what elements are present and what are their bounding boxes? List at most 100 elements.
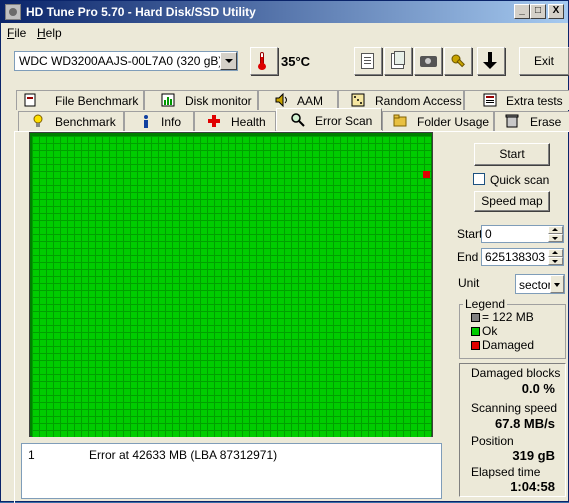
scanning-speed-value: 67.8 MB/s: [495, 416, 555, 431]
extra-tests-icon: [483, 93, 497, 107]
camera-icon: [420, 56, 437, 67]
legend-ok-swatch: [471, 327, 480, 336]
log-message: Error at 42633 MB (LBA 87312971): [89, 448, 278, 462]
menu-bar: File Help: [1, 23, 568, 42]
tab-benchmark[interactable]: Benchmark: [18, 111, 124, 131]
magnifier-icon: [291, 113, 305, 127]
menu-file[interactable]: File: [7, 26, 26, 40]
down-arrow-icon: [483, 52, 497, 69]
folder-icon: [393, 114, 407, 127]
end-sector-field[interactable]: 625138303: [481, 248, 564, 266]
tab-label: Health: [231, 115, 266, 129]
start-button[interactable]: Start: [474, 143, 550, 166]
tab-extra-tests[interactable]: Extra tests: [464, 90, 569, 110]
tab-error-scan[interactable]: Error Scan: [276, 108, 382, 130]
legend-ok-label: Ok: [482, 324, 498, 338]
camera-button[interactable]: [414, 47, 442, 75]
disk-app-icon: [5, 4, 21, 20]
tab-label: Folder Usage: [417, 115, 490, 129]
unit-label: Unit: [458, 276, 480, 290]
options-icon: [451, 54, 465, 68]
spin-down-icon[interactable]: [548, 234, 563, 242]
damaged-block: [423, 171, 430, 178]
speaker-icon: [275, 93, 287, 107]
tab-label: Benchmark: [55, 115, 116, 129]
disk-monitor-icon: [161, 93, 175, 107]
end-label: End: [457, 250, 479, 264]
error-log-list[interactable]: 1 Error at 42633 MB (LBA 87312971): [21, 443, 442, 499]
start-label: Start: [457, 227, 483, 241]
legend-damaged-swatch: [471, 341, 480, 350]
minimize-button[interactable]: _: [514, 4, 530, 19]
window-title: HD Tune Pro 5.70 - Hard Disk/SSD Utility: [26, 5, 256, 19]
tab-random-access[interactable]: Random Access: [338, 90, 464, 110]
elapsed-time-value: 1:04:58: [510, 479, 555, 494]
copy-text-icon: [361, 53, 374, 69]
lightbulb-icon: [33, 114, 43, 127]
log-index: 1: [28, 448, 35, 462]
tab-info[interactable]: Info: [124, 111, 194, 131]
end-sector-value: 625138303: [485, 250, 546, 264]
legend-block-swatch: [471, 313, 480, 322]
chevron-down-icon[interactable]: [550, 275, 564, 293]
tab-label: Extra tests: [506, 94, 563, 108]
tab-label: Info: [161, 115, 182, 129]
temperature-button[interactable]: [250, 47, 278, 75]
thermometer-icon: [258, 52, 266, 70]
menu-file-rest: ile: [14, 26, 27, 40]
unit-select-value: sector: [519, 278, 552, 292]
copy-text-button[interactable]: [354, 47, 382, 75]
tab-label: Error Scan: [315, 114, 373, 128]
tab-label: Random Access: [375, 94, 462, 108]
info-icon: [144, 115, 148, 128]
drive-select-value: WDC WD3200AAJS-00L7A0 (320 gB): [19, 54, 223, 68]
legend-title: Legend: [463, 297, 508, 311]
file-benchmark-icon: [24, 93, 36, 107]
app-window: HD Tune Pro 5.70 - Hard Disk/SSD Utility…: [0, 0, 569, 503]
tab-aam[interactable]: AAM: [258, 90, 338, 110]
tab-label: File Benchmark: [55, 94, 139, 108]
tab-health[interactable]: Health: [194, 111, 276, 131]
save-button[interactable]: [477, 47, 505, 75]
scanning-speed-label: Scanning speed: [471, 401, 558, 415]
tab-erase[interactable]: Erase: [494, 111, 569, 131]
health-cross-icon: [208, 115, 220, 127]
damaged-blocks-value: 0.0 %: [521, 381, 555, 396]
tab-label: Erase: [530, 115, 562, 129]
menu-help[interactable]: Help: [37, 26, 62, 40]
elapsed-time-label: Elapsed time: [471, 465, 541, 479]
temperature-value: 35°C: [281, 54, 311, 69]
maximize-button[interactable]: □: [530, 4, 546, 19]
copy-screenshot-icon-back: [394, 51, 405, 65]
legend-block-size: = 122 MB: [482, 310, 534, 324]
dice-icon: [351, 93, 365, 107]
spin-up-icon[interactable]: [548, 249, 563, 257]
quick-scan-checkbox[interactable]: [473, 173, 485, 185]
drive-select[interactable]: WDC WD3200AAJS-00L7A0 (320 gB): [14, 51, 238, 71]
position-label: Position: [471, 434, 514, 448]
tab-file-benchmark[interactable]: File Benchmark: [16, 90, 144, 110]
position-value: 319 gB: [512, 448, 555, 463]
menu-help-rest: elp: [45, 26, 62, 40]
options-button[interactable]: [444, 47, 472, 75]
scan-block-grid: [32, 136, 431, 437]
start-sector-field[interactable]: 0: [481, 225, 564, 243]
copy-screenshot-button[interactable]: [384, 47, 412, 75]
title-bar[interactable]: HD Tune Pro 5.70 - Hard Disk/SSD Utility…: [1, 1, 568, 23]
tab-label: Disk monitor: [185, 94, 252, 108]
exit-button[interactable]: Exit: [519, 47, 569, 75]
error-scan-map: [29, 132, 433, 437]
trash-icon: [505, 114, 519, 128]
tab-folder-usage[interactable]: Folder Usage: [382, 111, 494, 131]
start-sector-value: 0: [485, 227, 492, 241]
legend-damaged-label: Damaged: [482, 338, 535, 352]
spin-up-icon[interactable]: [548, 226, 563, 234]
damaged-blocks-label: Damaged blocks: [471, 366, 561, 380]
close-button[interactable]: X: [548, 4, 564, 19]
menu-help-accel: H: [37, 26, 46, 40]
spin-down-icon[interactable]: [548, 257, 563, 265]
speed-map-button[interactable]: Speed map: [474, 191, 550, 212]
unit-select[interactable]: sector: [515, 274, 565, 294]
tab-disk-monitor[interactable]: Disk monitor: [144, 90, 258, 110]
chevron-down-icon[interactable]: [220, 52, 237, 70]
